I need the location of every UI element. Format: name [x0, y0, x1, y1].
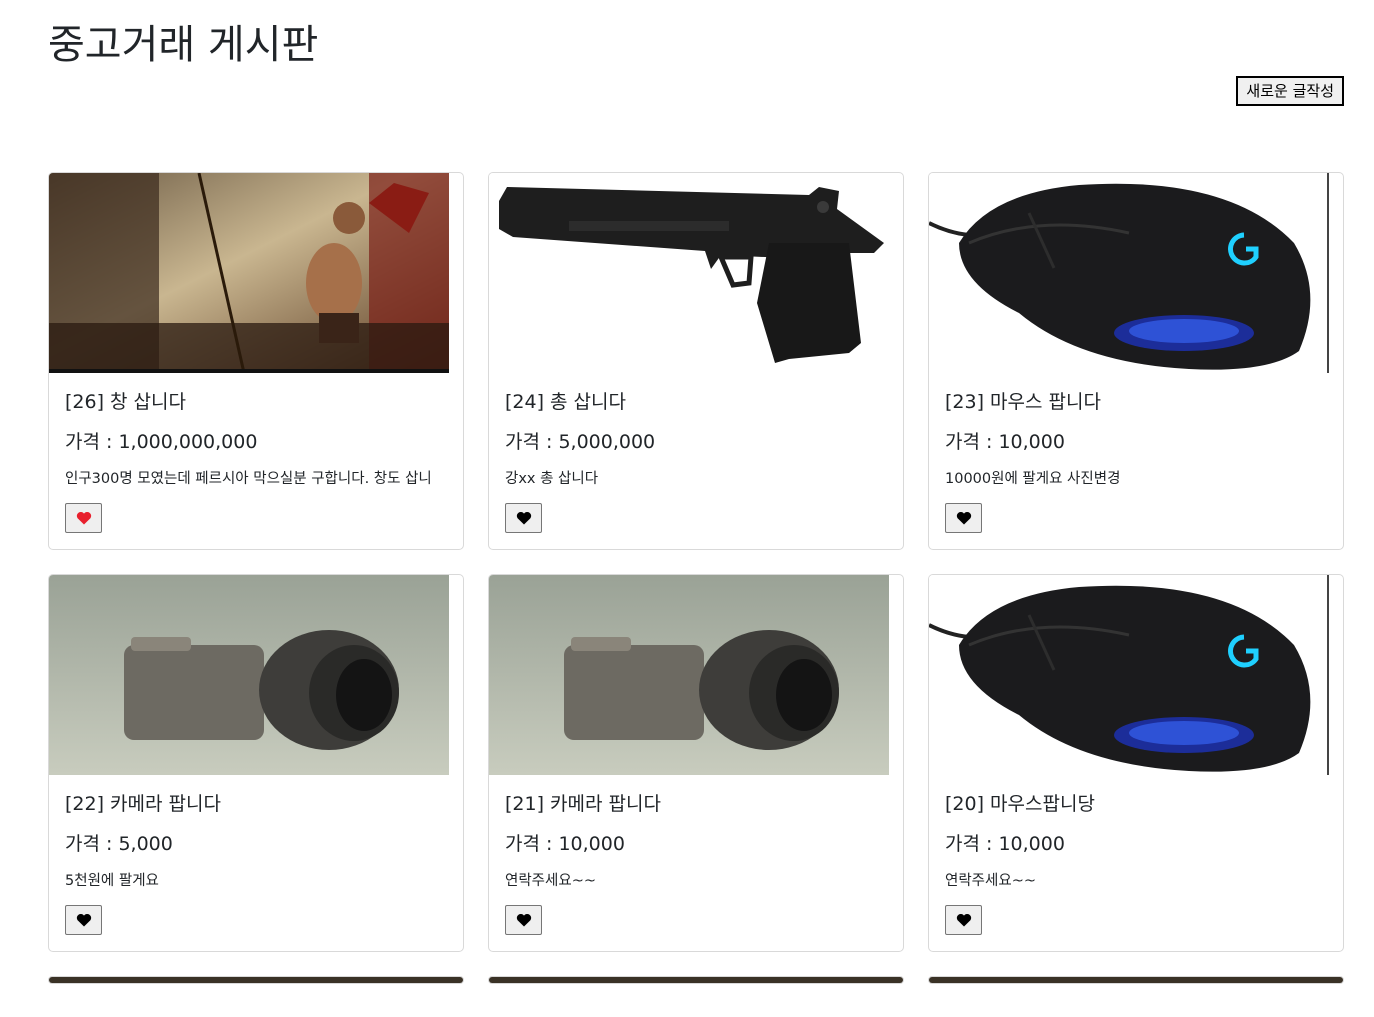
camera-photo[interactable] — [489, 575, 889, 775]
post-card[interactable]: [20] 마우스팝니당 가격 : 10,000 연락주세요~~ — [928, 574, 1344, 952]
post-title[interactable]: [26] 창 삽니다 — [65, 389, 447, 415]
post-card-partial[interactable] — [48, 976, 464, 984]
post-title[interactable]: [21] 카메라 팝니다 — [505, 791, 887, 817]
pistol-photo[interactable] — [489, 173, 889, 373]
heart-red-icon — [76, 511, 91, 525]
heart-black-icon — [516, 511, 531, 525]
post-description: 강xx 총 삽니다 — [505, 471, 599, 487]
card-body: [24] 총 삽니다 가격 : 5,000,000 강xx 총 삽니다 — [489, 373, 903, 549]
like-button[interactable] — [505, 905, 542, 935]
post-card-partial[interactable] — [928, 976, 1344, 984]
post-title[interactable]: [23] 마우스 팝니다 — [945, 389, 1327, 415]
post-description: 연락주세요~~ — [505, 873, 596, 889]
post-price: 가격 : 5,000 — [65, 833, 173, 855]
post-title[interactable]: [24] 총 삽니다 — [505, 389, 887, 415]
post-description: 5천원에 팔게요 — [65, 873, 159, 889]
card-body: [22] 카메라 팝니다 가격 : 5,000 5천원에 팔게요 — [49, 775, 463, 951]
spartan-warrior-photo[interactable] — [49, 173, 449, 373]
like-button[interactable] — [65, 905, 102, 935]
post-description: 10000원에 팔게요 사진변경 — [945, 471, 1121, 487]
post-card[interactable]: [23] 마우스 팝니다 가격 : 10,000 10000원에 팔게요 사진변… — [928, 172, 1344, 550]
gaming-mouse-photo[interactable] — [929, 173, 1329, 373]
card-body: [26] 창 삽니다 가격 : 1,000,000,000 인구300명 모였는… — [49, 373, 463, 549]
post-price: 가격 : 1,000,000,000 — [65, 431, 258, 453]
new-post-button[interactable]: 새로운 글작성 — [1236, 76, 1344, 106]
post-grid: [26] 창 삽니다 가격 : 1,000,000,000 인구300명 모였는… — [48, 172, 1344, 984]
post-card[interactable]: [21] 카메라 팝니다 가격 : 10,000 연락주세요~~ — [488, 574, 904, 952]
gaming-mouse-photo[interactable] — [929, 575, 1329, 775]
post-description: 연락주세요~~ — [945, 873, 1036, 889]
post-image-partial — [489, 977, 903, 983]
post-title[interactable]: [22] 카메라 팝니다 — [65, 791, 447, 817]
like-button[interactable] — [945, 905, 982, 935]
post-image-partial — [929, 977, 1343, 983]
post-card-partial[interactable] — [488, 976, 904, 984]
heart-black-icon — [516, 913, 531, 927]
page-title: 중고거래 게시판 — [48, 22, 319, 68]
post-title[interactable]: [20] 마우스팝니당 — [945, 791, 1327, 817]
post-card[interactable]: [22] 카메라 팝니다 가격 : 5,000 5천원에 팔게요 — [48, 574, 464, 952]
post-price: 가격 : 10,000 — [505, 833, 625, 855]
heart-black-icon — [76, 913, 91, 927]
card-body: [21] 카메라 팝니다 가격 : 10,000 연락주세요~~ — [489, 775, 903, 951]
card-body: [20] 마우스팝니당 가격 : 10,000 연락주세요~~ — [929, 775, 1343, 951]
card-body: [23] 마우스 팝니다 가격 : 10,000 10000원에 팔게요 사진변… — [929, 373, 1343, 549]
heart-black-icon — [956, 913, 971, 927]
post-price: 가격 : 10,000 — [945, 833, 1065, 855]
post-price: 가격 : 5,000,000 — [505, 431, 656, 453]
like-button[interactable] — [945, 503, 982, 533]
post-description: 인구300명 모였는데 페르시아 막으실분 구합니다. 창도 삽니 — [65, 471, 432, 487]
heart-black-icon — [956, 511, 971, 525]
post-image-partial — [49, 977, 463, 983]
like-button[interactable] — [505, 503, 542, 533]
post-price: 가격 : 10,000 — [945, 431, 1065, 453]
post-card[interactable]: [26] 창 삽니다 가격 : 1,000,000,000 인구300명 모였는… — [48, 172, 464, 550]
like-button[interactable] — [65, 503, 102, 533]
camera-photo[interactable] — [49, 575, 449, 775]
post-card[interactable]: [24] 총 삽니다 가격 : 5,000,000 강xx 총 삽니다 — [488, 172, 904, 550]
